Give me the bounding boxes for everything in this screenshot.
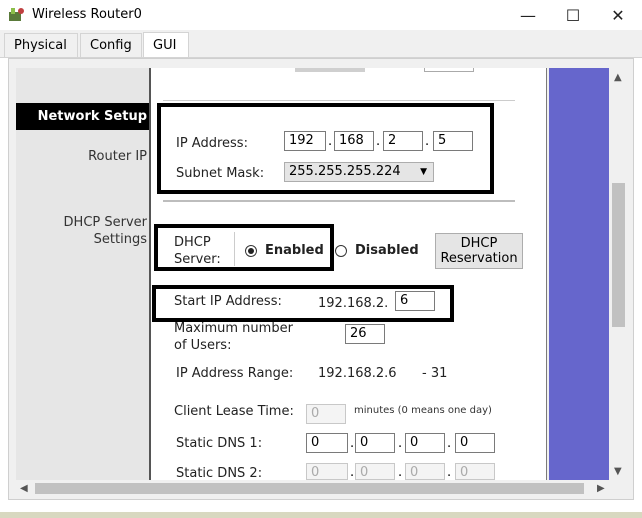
disabled-label[interactable]: Disabled	[355, 243, 419, 258]
disabled-radio[interactable]	[335, 245, 347, 257]
scroll-right-icon[interactable]: ▶	[597, 483, 605, 494]
maximize-icon: ☐	[565, 5, 581, 25]
dns1-octet-1[interactable]: 0	[306, 433, 348, 453]
lease-time-input[interactable]: 0	[306, 404, 346, 424]
page-edge	[546, 68, 547, 480]
chevron-down-icon: ▼	[420, 167, 427, 177]
dns1-label: Static DNS 1:	[176, 436, 263, 451]
separator	[163, 100, 515, 101]
dns1-octet-4[interactable]: 0	[455, 433, 495, 453]
router-ip-label: Router IP	[88, 149, 147, 164]
subnet-mask-select[interactable]: 255.255.255.224 ▼	[284, 162, 434, 182]
enabled-radio[interactable]	[245, 245, 257, 257]
sidebar-divider	[149, 68, 151, 480]
window-title: Wireless Router0	[32, 7, 142, 22]
dns2-label: Static DNS 2:	[176, 466, 263, 481]
tab-config[interactable]: Config	[80, 33, 142, 57]
minimize-button[interactable]: —	[508, 3, 548, 27]
close-icon: ✕	[611, 5, 625, 25]
max-users-label-1: Maximum number	[174, 321, 293, 336]
ip-octet-3[interactable]: 2	[383, 131, 423, 151]
dns2-octet-1[interactable]: 0	[306, 463, 348, 480]
dns1-octet-3[interactable]: 0	[405, 433, 445, 453]
scroll-down-icon[interactable]: ▼	[614, 466, 622, 477]
lease-time-label: Client Lease Time:	[174, 404, 294, 419]
tab-gui[interactable]: GUI	[143, 32, 189, 57]
start-ip-prefix: 192.168.2.	[318, 296, 389, 311]
dns2-octet-3[interactable]: 0	[405, 463, 445, 480]
ip-range-end: - 31	[422, 366, 448, 381]
clipped-control	[295, 68, 365, 72]
dns1-octet-2[interactable]: 0	[355, 433, 395, 453]
router-app-icon	[8, 6, 26, 24]
close-button[interactable]: ✕	[598, 3, 638, 27]
scroll-left-icon[interactable]: ◀	[20, 483, 28, 494]
scroll-up-icon[interactable]: ▲	[614, 72, 622, 83]
dhcp-server-label-2: Server:	[174, 252, 221, 267]
ip-octet-2[interactable]: 168	[334, 131, 374, 151]
dhcp-server-settings-label-2: Settings	[93, 232, 147, 247]
max-users-input[interactable]: 26	[345, 324, 385, 344]
maximize-button[interactable]: ☐	[553, 3, 593, 27]
clipped-field	[424, 68, 474, 72]
section-separator	[163, 200, 515, 202]
ip-range-label: IP Address Range:	[176, 366, 294, 381]
subnet-mask-label: Subnet Mask:	[176, 166, 265, 181]
start-ip-last-octet[interactable]: 6	[395, 291, 435, 311]
tab-physical[interactable]: Physical	[4, 33, 78, 57]
ip-address-label: IP Address:	[176, 136, 248, 151]
dhcp-server-label-1: DHCP	[174, 235, 211, 250]
minimize-icon: —	[520, 5, 536, 25]
ip-octet-4[interactable]: 5	[433, 131, 473, 151]
ip-octet-1[interactable]: 192	[284, 131, 326, 151]
side-panel	[549, 68, 609, 480]
network-setup-heading: Network Setup	[16, 103, 149, 130]
horizontal-scroll-thumb[interactable]	[35, 483, 584, 494]
enabled-label[interactable]: Enabled	[265, 243, 324, 258]
dns2-octet-4[interactable]: 0	[455, 463, 495, 480]
start-ip-label: Start IP Address:	[174, 294, 282, 309]
ip-range-start: 192.168.2.6	[318, 366, 397, 381]
max-users-label-2: of Users:	[174, 338, 232, 353]
taskbar-strip	[0, 512, 642, 518]
dhcp-server-settings-label-1: DHCP Server	[63, 215, 147, 230]
dns2-octet-2[interactable]: 0	[355, 463, 395, 480]
vertical-scroll-thumb[interactable]	[612, 183, 625, 327]
lease-time-hint: minutes (0 means one day)	[354, 405, 492, 416]
dhcp-reservation-button[interactable]: DHCP Reservation	[435, 233, 523, 269]
